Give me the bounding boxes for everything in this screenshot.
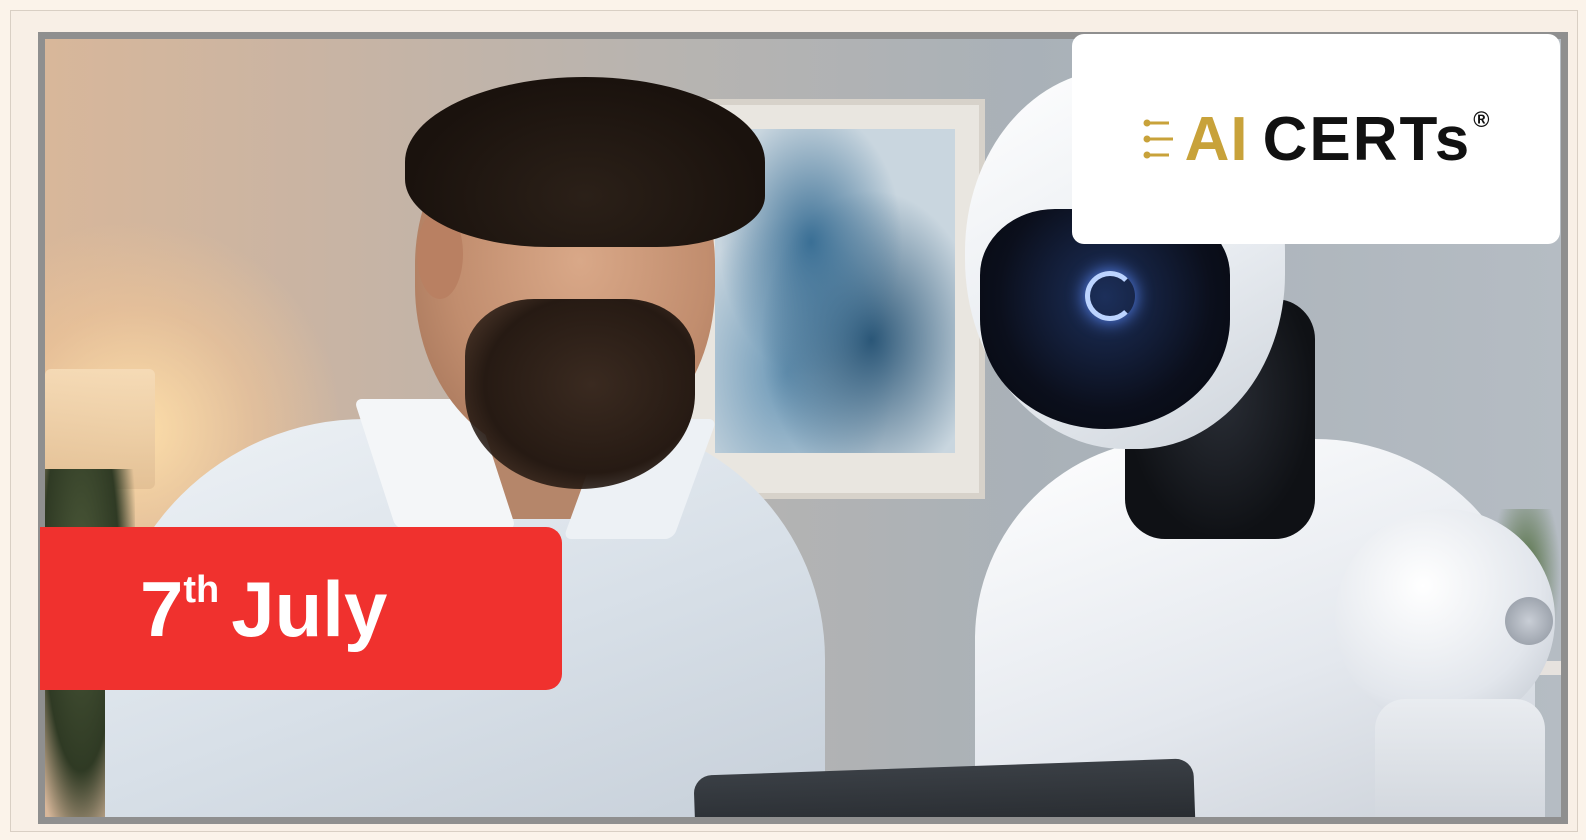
logo-card: AI CERTs ® bbox=[1072, 34, 1560, 244]
man-beard bbox=[465, 299, 695, 489]
aicerts-logo: AI CERTs ® bbox=[1143, 99, 1490, 179]
date-text: 7th July bbox=[140, 570, 387, 648]
circuit-logo-icon bbox=[1143, 119, 1173, 159]
robot-eye-icon bbox=[1085, 271, 1135, 321]
logo-certs-text: CERTs bbox=[1262, 104, 1472, 174]
logo-ai-text: AI bbox=[1184, 104, 1249, 174]
date-month: July bbox=[231, 564, 388, 653]
date-day: 7 bbox=[140, 564, 184, 653]
robot-arm bbox=[1375, 699, 1545, 817]
man-hair bbox=[405, 77, 765, 247]
date-suffix: th bbox=[183, 568, 220, 611]
date-badge: 7th July bbox=[40, 527, 562, 690]
robot-shoulder-joint bbox=[1505, 597, 1553, 645]
registered-mark: ® bbox=[1473, 107, 1490, 132]
